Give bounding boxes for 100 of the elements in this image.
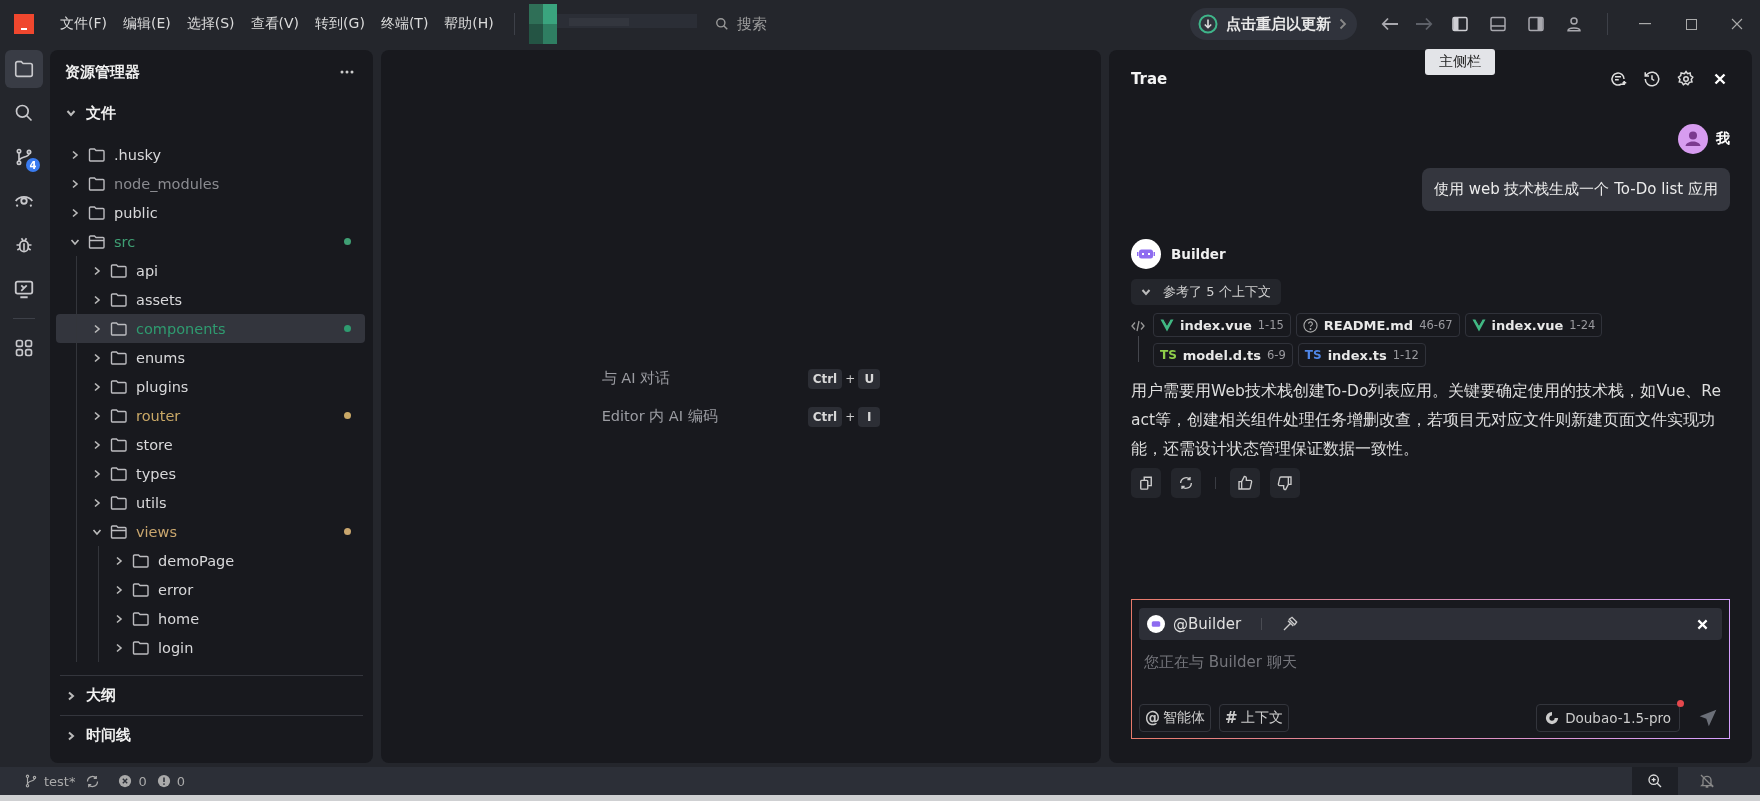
- menu-item[interactable]: 选择(S): [180, 11, 241, 37]
- context-toggle[interactable]: 参考了 5 个上下文: [1131, 279, 1281, 305]
- vue-icon: [1160, 318, 1174, 332]
- tree-item[interactable]: enums: [56, 343, 365, 372]
- warning-icon: [156, 774, 171, 788]
- menu-item[interactable]: 帮助(H): [438, 11, 500, 37]
- refresh-icon: [1178, 475, 1194, 491]
- folder-icon: [88, 175, 106, 192]
- tree-item[interactable]: api: [56, 256, 365, 285]
- folder-icon: [110, 291, 128, 308]
- tree-item[interactable]: src: [56, 227, 365, 256]
- chat-input-box[interactable]: @Builder 您正在与 Builder 聊天 @ 智能体 # 上下文 Doubao-1.5-pro: [1131, 599, 1730, 739]
- tree-item[interactable]: types: [56, 459, 365, 488]
- download-icon: [1198, 14, 1218, 34]
- shortcut-label: 与 AI 对话: [601, 369, 672, 388]
- key-joiner: +: [845, 409, 856, 424]
- user-avatar: [1678, 124, 1708, 154]
- tree-item[interactable]: utils: [56, 488, 365, 517]
- keyboard-key: U: [858, 368, 881, 389]
- history-button[interactable]: [1642, 69, 1662, 89]
- folder-icon: [110, 465, 128, 482]
- activity-button[interactable]: 4: [5, 138, 43, 176]
- tree-item[interactable]: router: [56, 401, 365, 430]
- bot-avatar: [1131, 239, 1161, 269]
- settings-icon: [1677, 70, 1695, 88]
- update-button[interactable]: 点击重启以更新: [1190, 8, 1357, 40]
- regenerate-button[interactable]: [1171, 468, 1201, 498]
- folder-icon: [110, 320, 128, 337]
- chevron-right-icon: [1339, 18, 1347, 30]
- tree-item[interactable]: assets: [56, 285, 365, 314]
- folder-icon: [88, 204, 106, 221]
- monitor-icon: [13, 278, 35, 300]
- chevron-icon: [66, 690, 76, 701]
- keyboard-key: Ctrl: [807, 406, 843, 427]
- key-joiner: +: [845, 371, 856, 386]
- chevron-icon: [66, 730, 76, 741]
- composer-chip[interactable]: # 上下文: [1219, 704, 1289, 732]
- vue-icon: [1471, 318, 1486, 332]
- user-message: 使用 web 技术栈生成一个 To-Do list 应用: [1421, 168, 1730, 211]
- tree-item[interactable]: home: [56, 604, 365, 633]
- tree-item[interactable]: components: [56, 314, 365, 343]
- maximize-icon: [1685, 18, 1697, 30]
- close-icon: [1696, 618, 1708, 630]
- tree-item[interactable]: views: [56, 517, 365, 546]
- tree-item[interactable]: store: [56, 430, 365, 459]
- menu-item[interactable]: 编辑(E): [117, 11, 177, 37]
- file-reference[interactable]: index.vue 1-24: [1464, 313, 1603, 337]
- arrow-right-icon: [1415, 17, 1433, 31]
- file-reference[interactable]: index.vue 1-15: [1153, 313, 1291, 337]
- menu-item[interactable]: 终端(T): [374, 11, 435, 37]
- thumbs-down-icon: [1277, 475, 1293, 491]
- file-reference[interactable]: TS index.ts 1-12: [1297, 343, 1426, 367]
- folder-icon: [132, 581, 150, 598]
- hammer-icon: [1282, 616, 1299, 632]
- open-folder-icon: [110, 523, 128, 540]
- tree-item[interactable]: plugins: [56, 372, 365, 401]
- branch-name[interactable]: test*: [44, 773, 76, 789]
- section-header[interactable]: 文件: [50, 94, 373, 132]
- dislike-button[interactable]: [1270, 468, 1300, 498]
- file-reference[interactable]: TS model.d.ts 6-9: [1153, 343, 1293, 367]
- menu-item[interactable]: 查看(V): [244, 11, 306, 37]
- like-button[interactable]: [1230, 468, 1260, 498]
- tree-item[interactable]: error: [56, 575, 365, 604]
- tree-item[interactable]: public: [56, 198, 365, 227]
- branch-icon: [24, 773, 38, 789]
- activity-button[interactable]: [5, 50, 43, 88]
- sync-icon: [85, 773, 101, 789]
- count-badge: 4: [26, 158, 40, 172]
- shortcut-label: Editor 内 AI 编码: [601, 407, 718, 426]
- model-logo-icon: [1545, 711, 1560, 725]
- open-folder-icon: [88, 233, 106, 250]
- agent-name: @Builder: [1173, 615, 1242, 633]
- arrow-left-icon: [1381, 17, 1399, 31]
- new-chat-button[interactable]: [1608, 69, 1628, 89]
- new-chat-icon: [1609, 70, 1627, 88]
- close-icon: [1731, 18, 1743, 30]
- copy-button[interactable]: [1131, 468, 1161, 498]
- panel-title: 资源管理器: [65, 62, 140, 82]
- tree-item[interactable]: login: [56, 633, 365, 662]
- warning-count: 0: [176, 773, 186, 789]
- zoom-in-icon: [1647, 773, 1663, 789]
- section-header[interactable]: 大纲: [60, 675, 363, 715]
- extensions-icon: [14, 338, 34, 358]
- tree-item[interactable]: .husky: [56, 140, 365, 169]
- bell-off-icon: [1699, 773, 1715, 789]
- search-field[interactable]: 搜索: [734, 14, 859, 34]
- menu-item[interactable]: 文件(F): [54, 11, 113, 37]
- tree-item[interactable]: demoPage: [56, 546, 365, 575]
- file-reference[interactable]: README.md 46-67: [1295, 313, 1460, 337]
- minimize-icon: [1639, 23, 1651, 25]
- zoom-button[interactable]: [1632, 767, 1678, 795]
- file-type-label: TS: [1304, 348, 1322, 362]
- files-icon: [13, 58, 35, 80]
- code-icon: [1131, 320, 1145, 332]
- copy-icon: [1139, 476, 1153, 490]
- folder-icon: [110, 262, 128, 279]
- tree-item[interactable]: node_modules: [56, 169, 365, 198]
- menu-item[interactable]: 转到(G): [309, 11, 371, 37]
- section-header[interactable]: 时间线: [60, 715, 363, 755]
- composer-chip[interactable]: @ 智能体: [1139, 704, 1211, 732]
